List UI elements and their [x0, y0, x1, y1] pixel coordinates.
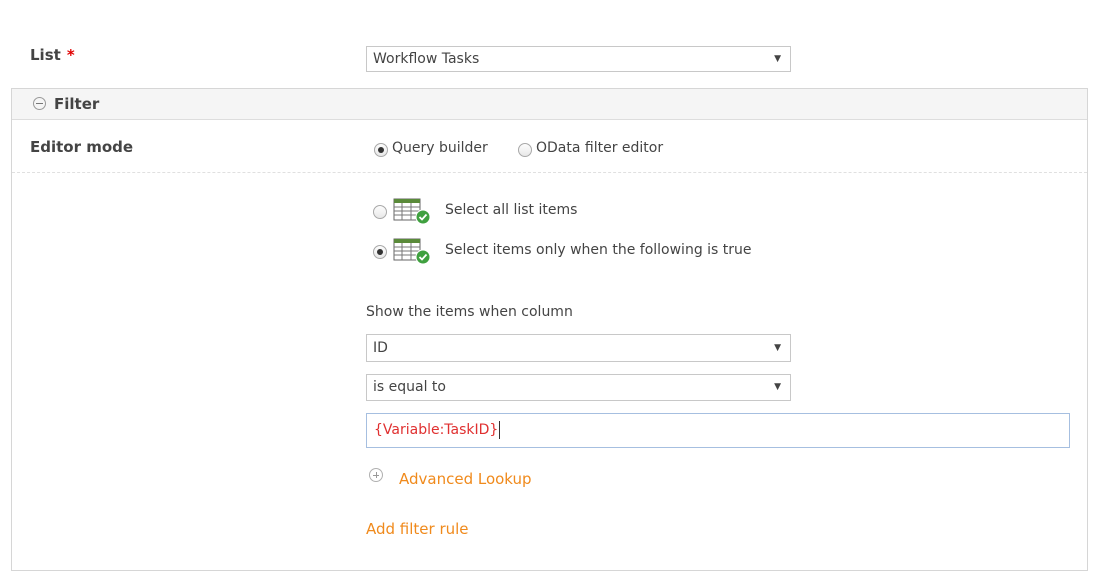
- list-check-icon: [393, 238, 431, 265]
- add-filter-rule-link[interactable]: Add filter rule: [366, 520, 469, 538]
- odata-filter-editor-label[interactable]: OData filter editor: [536, 140, 663, 156]
- list-label: List *: [30, 46, 75, 64]
- show-items-label: Show the items when column: [366, 304, 573, 320]
- operator-select-value: is equal to: [373, 379, 446, 395]
- filter-header[interactable]: Filter: [12, 89, 1087, 120]
- radio-odata-filter-editor[interactable]: [518, 143, 532, 157]
- advanced-lookup-link[interactable]: Advanced Lookup: [399, 470, 532, 488]
- radio-select-all[interactable]: [373, 205, 387, 219]
- caret-down-icon: ▼: [774, 343, 781, 353]
- required-mark: *: [66, 46, 75, 64]
- list-select-value: Workflow Tasks: [373, 51, 480, 67]
- filter-section: Filter Editor mode Query builder OData f…: [11, 88, 1088, 571]
- radio-select-when-true[interactable]: [373, 245, 387, 259]
- divider: [12, 172, 1087, 173]
- filter-value-input[interactable]: {Variable:TaskID}: [366, 413, 1070, 448]
- expand-plus-icon[interactable]: [369, 468, 383, 482]
- operator-select[interactable]: is equal to ▼: [366, 374, 791, 401]
- column-select[interactable]: ID ▼: [366, 334, 791, 362]
- caret-down-icon: ▼: [774, 54, 781, 64]
- list-label-text: List: [30, 46, 61, 64]
- filter-value-text: {Variable:TaskID}: [374, 422, 499, 438]
- select-all-label[interactable]: Select all list items: [445, 202, 577, 218]
- editor-mode-label: Editor mode: [30, 138, 134, 156]
- list-select[interactable]: Workflow Tasks ▼: [366, 46, 791, 72]
- filter-title: Filter: [54, 95, 100, 113]
- radio-query-builder[interactable]: [374, 143, 388, 157]
- column-select-value: ID: [373, 340, 388, 356]
- query-builder-label[interactable]: Query builder: [392, 140, 488, 156]
- collapse-icon[interactable]: [33, 97, 46, 110]
- select-when-true-label[interactable]: Select items only when the following is …: [445, 242, 752, 258]
- text-cursor: [499, 421, 501, 439]
- list-check-icon: [393, 198, 431, 225]
- caret-down-icon: ▼: [774, 382, 781, 392]
